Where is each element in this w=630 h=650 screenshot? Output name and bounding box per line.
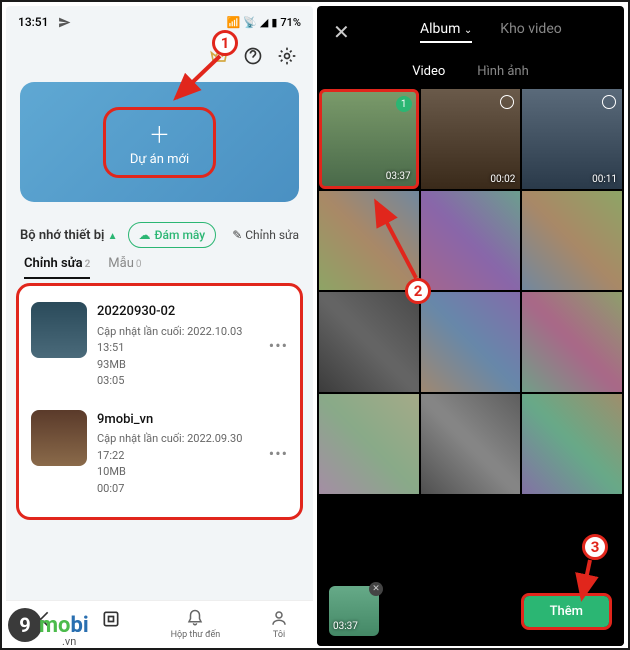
project-updated: Cập nhật lần cuối: 2022.09.30 17:22 (97, 431, 259, 464)
callout-3: 3 (582, 534, 608, 560)
nav-templates[interactable] (101, 609, 121, 640)
phone-left: 13:51 📶 📡 ◢ ▮ 71% + Dự án mới Bộ nhớ thi… (6, 6, 313, 646)
project-title: 20220930-02 (97, 302, 259, 322)
media-item[interactable] (522, 191, 622, 291)
media-item[interactable] (319, 394, 419, 494)
pencil-icon: ✎ (232, 228, 242, 242)
selected-thumb[interactable]: ✕ 03:37 (329, 586, 379, 636)
watermark-vn: .vn (62, 635, 76, 648)
project-updated: Cập nhật lần cuối: 2022.10.03 13:51 (97, 324, 259, 357)
mini-duration: 03:37 (333, 621, 358, 632)
nav-me[interactable]: Tôi (270, 609, 288, 640)
remove-icon[interactable]: ✕ (369, 582, 383, 596)
signal-icon: ◢ (260, 16, 268, 29)
more-icon[interactable]: ••• (269, 336, 288, 355)
more-icon[interactable]: ••• (269, 444, 288, 463)
send-icon (54, 12, 74, 32)
project-duration: 03:05 (97, 373, 259, 390)
nav-inbox[interactable]: Hộp thư đến (171, 609, 221, 640)
media-item[interactable] (421, 191, 521, 291)
callout-1: 1 (212, 30, 238, 56)
volte-icon: 📶 (226, 16, 240, 29)
media-item[interactable] (421, 394, 521, 494)
battery-icon: ▮ (271, 16, 277, 29)
project-list: 20220930-02 Cập nhật lần cuối: 2022.10.0… (16, 283, 303, 520)
selected-badge: 1 (396, 96, 412, 112)
media-item[interactable] (522, 394, 622, 494)
watermark-logo: 9 mobi (8, 608, 89, 642)
cloud-icon: ☁ (139, 228, 151, 242)
media-item[interactable] (522, 292, 622, 392)
duration-label: 03:37 (386, 171, 411, 182)
media-item[interactable]: 00:11 (522, 89, 622, 189)
callout-2: 2 (405, 278, 431, 304)
close-icon[interactable]: ✕ (333, 20, 350, 44)
media-item[interactable] (319, 292, 419, 392)
project-item[interactable]: 20220930-02 Cập nhật lần cuối: 2022.10.0… (27, 292, 292, 400)
tab-edit[interactable]: Chỉnh sửa2 (24, 256, 90, 279)
unselected-badge (500, 95, 514, 109)
arrow-3 (572, 556, 602, 606)
tab-template[interactable]: Mẫu0 (108, 256, 141, 279)
wifi-icon: 📡 (243, 16, 257, 29)
unselected-badge (602, 95, 616, 109)
chevron-down-icon: ⌄ (464, 25, 472, 36)
project-thumb (31, 410, 87, 466)
media-item[interactable] (421, 292, 521, 392)
arrow-1 (168, 50, 228, 106)
arrow-2 (368, 194, 428, 284)
phone-right: ✕ Album ⌄ Kho video Video Hình ảnh 1 03:… (317, 6, 624, 646)
project-title: 9mobi_vn (97, 410, 259, 430)
subtab-video[interactable]: Video (412, 64, 445, 79)
battery-pct: 71% (280, 16, 301, 29)
logo-nine: 9 (8, 608, 42, 642)
project-size: 93MB (97, 357, 259, 374)
project-item[interactable]: 9mobi_vn Cập nhật lần cuối: 2022.09.30 1… (27, 400, 292, 508)
edit-link[interactable]: ✎Chỉnh sửa (232, 228, 299, 242)
storage-label[interactable]: Bộ nhớ thiết bị ▲ (20, 228, 118, 243)
gear-icon[interactable] (277, 46, 297, 66)
plus-icon: + (150, 118, 168, 150)
project-duration: 00:07 (97, 481, 259, 498)
status-bar: 13:51 📶 📡 ◢ ▮ 71% (6, 6, 313, 38)
project-size: 10MB (97, 464, 259, 481)
cloud-button[interactable]: ☁Đám mây (128, 222, 217, 248)
duration-label: 00:11 (592, 174, 617, 185)
new-project-label: Dự án mới (130, 152, 189, 167)
tab-album[interactable]: Album ⌄ (420, 21, 472, 43)
clock: 13:51 (18, 15, 48, 29)
media-grid: 1 03:37 00:02 00:11 (317, 89, 624, 494)
new-project-card[interactable]: + Dự án mới (20, 82, 299, 202)
tab-video-store[interactable]: Kho video (500, 21, 561, 43)
help-icon[interactable] (243, 46, 263, 66)
duration-label: 00:02 (490, 174, 515, 185)
media-item[interactable]: 00:02 (421, 89, 521, 189)
project-thumb (31, 302, 87, 358)
media-item[interactable]: 1 03:37 (319, 89, 419, 189)
subtab-image[interactable]: Hình ảnh (477, 64, 528, 79)
